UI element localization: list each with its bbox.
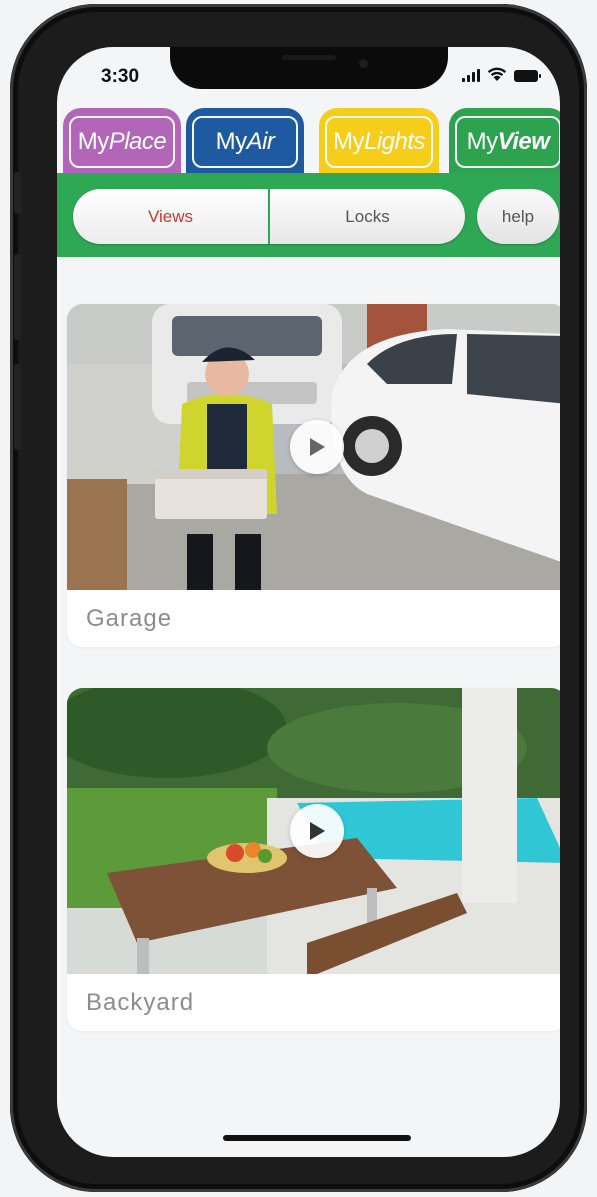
app-tabs: My Place My Air My Lights My View: [63, 108, 560, 178]
locks-segment[interactable]: Locks: [270, 189, 465, 244]
camera-card-garage[interactable]: Garage: [67, 304, 560, 647]
play-icon: [310, 822, 325, 840]
status-time: 3:30: [101, 66, 140, 87]
camera-card-backyard[interactable]: Backyard: [67, 688, 560, 1031]
wifi-icon: [487, 67, 507, 81]
play-icon: [310, 438, 325, 456]
views-segment[interactable]: Views: [73, 189, 268, 244]
play-button-backyard[interactable]: [290, 804, 344, 858]
tab-myplace[interactable]: My Place: [63, 108, 181, 178]
tab-myview[interactable]: My View: [449, 108, 560, 178]
home-indicator[interactable]: [223, 1135, 411, 1141]
camera-thumbnail-backyard[interactable]: [67, 688, 560, 974]
volume-up-button: [14, 254, 22, 340]
segmented-control: Views Locks: [73, 189, 465, 244]
screen: 3:30 My Place My Air My Lights My View V…: [57, 47, 560, 1157]
help-button[interactable]: help: [477, 189, 559, 244]
status-icons: [462, 66, 541, 82]
notch: [170, 47, 448, 89]
battery-icon: [514, 70, 541, 82]
camera-label-garage: Garage: [86, 604, 173, 632]
camera-label-backyard: Backyard: [86, 988, 195, 1016]
tab-mylights[interactable]: My Lights: [319, 108, 439, 178]
tab-myair[interactable]: My Air: [186, 108, 304, 178]
segment-bar: Views Locks help: [57, 173, 560, 257]
signal-icon: [462, 68, 480, 82]
volume-down-button: [14, 364, 22, 450]
camera-thumbnail-garage[interactable]: [67, 304, 560, 590]
phone-frame: 3:30 My Place My Air My Lights My View V…: [10, 4, 587, 1192]
silent-switch: [14, 172, 22, 214]
play-button-garage[interactable]: [290, 420, 344, 474]
